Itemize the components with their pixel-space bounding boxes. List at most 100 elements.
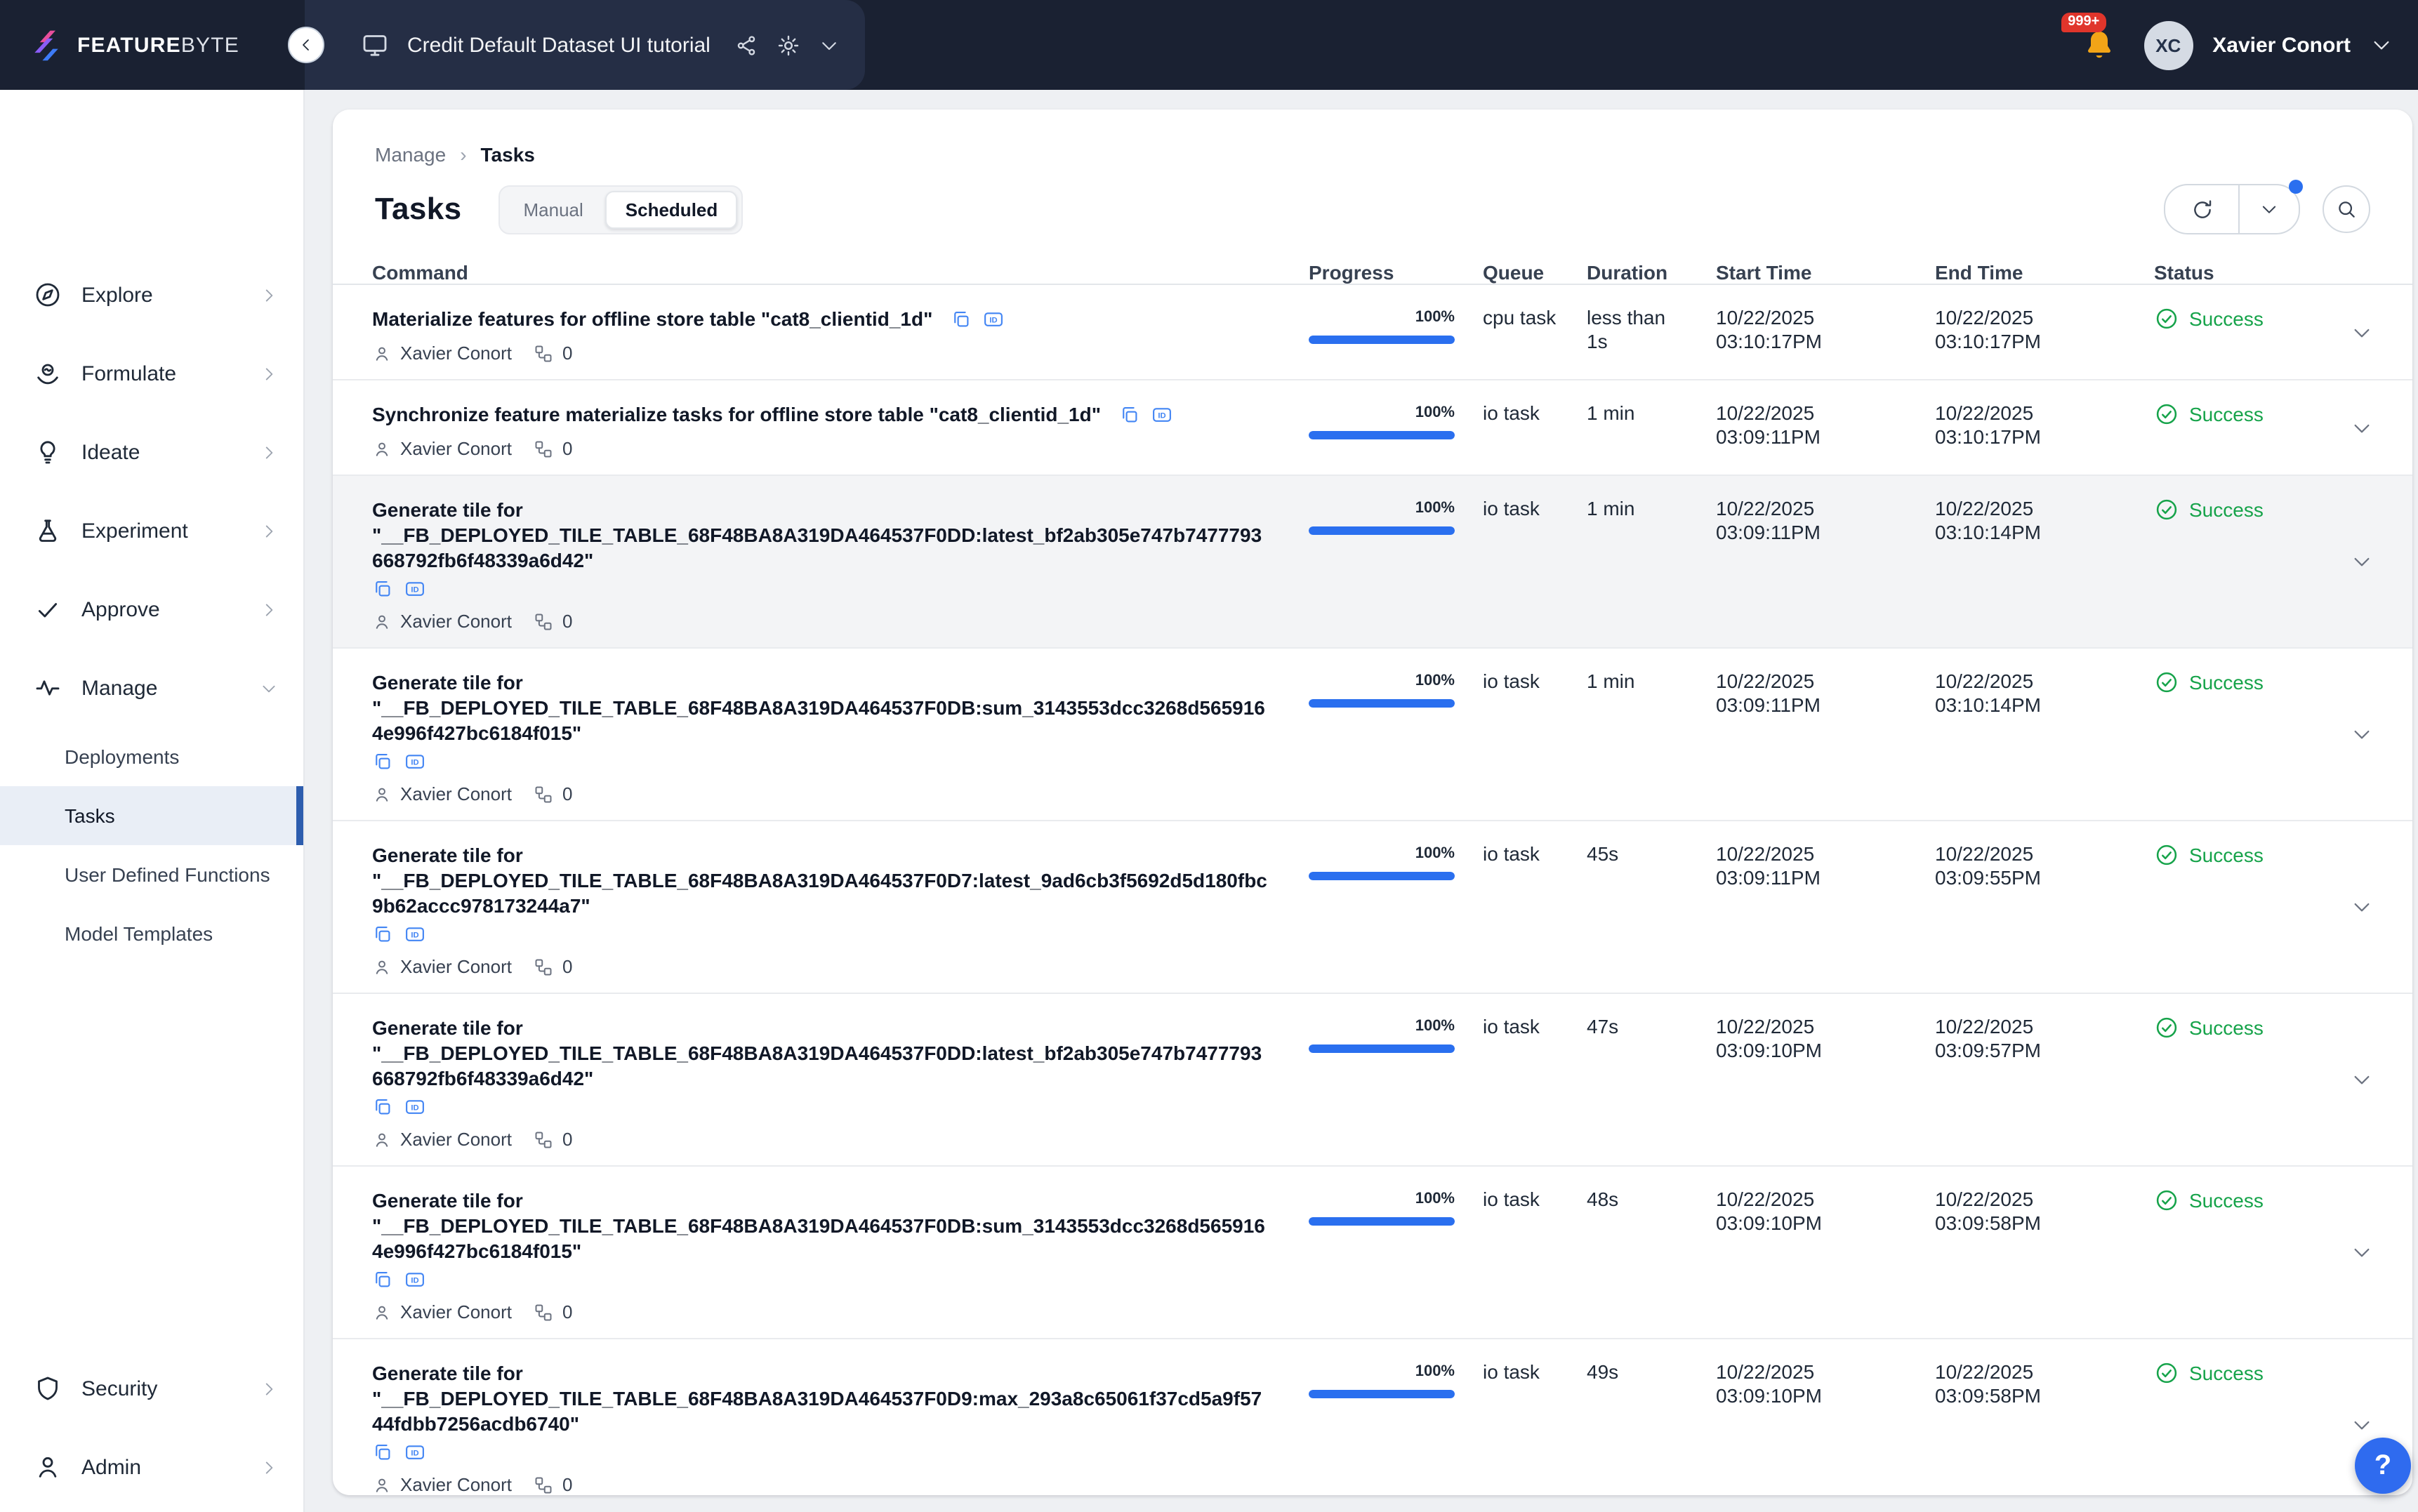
lightbulb-icon — [34, 438, 62, 466]
progress-bar — [1309, 872, 1455, 880]
sidebar-item-admin[interactable]: Admin — [0, 1428, 303, 1506]
breadcrumb-manage[interactable]: Manage — [375, 143, 446, 166]
command-cell: Generate tile for "__FB_DEPLOYED_TILE_TA… — [372, 821, 1309, 993]
command-cell: Synchronize feature materialize tasks fo… — [372, 380, 1309, 475]
avatar[interactable]: XC — [2143, 20, 2193, 69]
row-expand-button[interactable] — [2311, 994, 2373, 1165]
row-expand-button[interactable] — [2311, 1167, 2373, 1338]
copy-icon[interactable] — [372, 924, 393, 945]
gear-icon[interactable] — [777, 33, 800, 57]
topbar: FEATUREBYTE Credit Default Dataset UI tu… — [0, 0, 2418, 90]
table-row[interactable]: Generate tile for "__FB_DEPLOYED_TILE_TA… — [333, 649, 2412, 821]
row-expand-button[interactable] — [2311, 821, 2373, 993]
sidebar-item-manage[interactable]: Manage — [0, 649, 303, 727]
chevron-down-icon — [2351, 416, 2373, 439]
refresh-notification-dot — [2289, 180, 2303, 194]
status-label: Success — [2189, 402, 2264, 427]
user-icon — [372, 439, 392, 458]
sidebar-item-deployments[interactable]: Deployments — [0, 727, 303, 786]
task-status: Success — [2154, 1167, 2311, 1338]
sidebar-collapse-button[interactable] — [288, 27, 324, 63]
refresh-button[interactable] — [2165, 185, 2238, 233]
table-row[interactable]: Materialize features for offline store t… — [333, 285, 2412, 380]
search-icon — [2335, 198, 2358, 220]
task-status: Success — [2154, 1339, 2311, 1495]
task-queue: cpu task — [1483, 285, 1587, 379]
task-subtask-count: 0 — [562, 955, 572, 979]
flask-icon — [34, 517, 62, 545]
row-expand-button[interactable] — [2311, 380, 2373, 475]
table-row[interactable]: Generate tile for "__FB_DEPLOYED_TILE_TA… — [333, 476, 2412, 649]
tab-manual[interactable]: Manual — [504, 190, 603, 228]
id-icon[interactable]: ID — [404, 751, 425, 772]
breadcrumb-tasks: Tasks — [481, 143, 535, 166]
sidebar-item-label: Security — [81, 1377, 157, 1400]
command-line: Generate tile for "__FB_DEPLOYED_TILE_TA… — [372, 1360, 1272, 1436]
status-label: Success — [2189, 497, 2264, 522]
copy-icon[interactable] — [372, 1269, 393, 1290]
command-meta: Xavier Conort 0 — [372, 782, 1272, 806]
id-icon[interactable]: ID — [1151, 404, 1172, 425]
search-button[interactable] — [2323, 185, 2370, 233]
task-status: Success — [2154, 380, 2311, 475]
sidebar-item-label: Experiment — [81, 519, 188, 543]
task-queue: io task — [1483, 476, 1587, 647]
sidebar-item-approve[interactable]: Approve — [0, 570, 303, 649]
task-duration: 45s — [1587, 821, 1716, 993]
subtask-tree-icon — [534, 1129, 554, 1149]
row-expand-button[interactable] — [2311, 476, 2373, 647]
copy-icon[interactable] — [372, 1442, 393, 1463]
sidebar-item-formulate[interactable]: Formulate — [0, 334, 303, 413]
task-end-time: 10/22/2025 03:10:14PM — [1935, 649, 2154, 820]
sidebar-item-explore[interactable]: Explore — [0, 256, 303, 334]
project-chevron-down-icon[interactable] — [819, 34, 840, 55]
id-icon[interactable]: ID — [404, 1096, 425, 1118]
id-icon[interactable]: ID — [983, 309, 1004, 330]
progress-cell: 100% — [1309, 821, 1483, 993]
task-queue: io task — [1483, 994, 1587, 1165]
project-selector[interactable]: Credit Default Dataset UI tutorial — [305, 0, 865, 90]
copy-icon[interactable] — [951, 309, 972, 330]
id-icon[interactable]: ID — [404, 924, 425, 945]
copy-icon[interactable] — [372, 751, 393, 772]
refresh-options-button[interactable] — [2240, 185, 2299, 233]
task-subtask-count: 0 — [562, 1300, 572, 1324]
task-end-time: 10/22/2025 03:09:58PM — [1935, 1167, 2154, 1338]
help-button[interactable]: ? — [2355, 1438, 2411, 1494]
id-icon[interactable]: ID — [404, 1442, 425, 1463]
progress-cell: 100% — [1309, 1339, 1483, 1495]
copy-icon[interactable] — [372, 578, 393, 599]
sidebar-item-user-defined-functions[interactable]: User Defined Functions — [0, 845, 303, 904]
chevron-right-icon — [260, 364, 278, 383]
table-row[interactable]: Generate tile for "__FB_DEPLOYED_TILE_TA… — [333, 1339, 2412, 1495]
table-row[interactable]: Generate tile for "__FB_DEPLOYED_TILE_TA… — [333, 1167, 2412, 1339]
command-meta: Xavier Conort 0 — [372, 609, 1272, 633]
copy-icon[interactable] — [1119, 404, 1140, 425]
brand-logo[interactable]: FEATUREBYTE — [0, 0, 305, 90]
row-expand-button[interactable] — [2311, 285, 2373, 379]
share-icon[interactable] — [734, 33, 758, 57]
copy-icon[interactable] — [372, 1096, 393, 1118]
sidebar-item-experiment[interactable]: Experiment — [0, 491, 303, 570]
row-expand-button[interactable] — [2311, 649, 2373, 820]
task-subtask-count: 0 — [562, 1473, 572, 1495]
sidebar-item-tasks[interactable]: Tasks — [0, 786, 303, 845]
success-check-icon — [2154, 1188, 2179, 1213]
id-icon[interactable]: ID — [404, 578, 425, 599]
id-icon[interactable]: ID — [404, 1269, 425, 1290]
sidebar: Explore Formulate Ideate — [0, 90, 305, 1512]
progress-cell: 100% — [1309, 994, 1483, 1165]
user-menu-chevron-down-icon[interactable] — [2370, 34, 2393, 56]
table-row[interactable]: Synchronize feature materialize tasks fo… — [333, 380, 2412, 476]
sidebar-item-model-templates[interactable]: Model Templates — [0, 904, 303, 963]
task-duration: 48s — [1587, 1167, 1716, 1338]
notifications-button[interactable]: 999+ — [2082, 28, 2115, 62]
subtask-tree-icon — [534, 957, 554, 976]
svg-text:ID: ID — [411, 931, 418, 939]
tab-scheduled[interactable]: Scheduled — [606, 190, 738, 228]
sidebar-item-security[interactable]: Security — [0, 1349, 303, 1428]
svg-text:ID: ID — [411, 585, 418, 594]
table-row[interactable]: Generate tile for "__FB_DEPLOYED_TILE_TA… — [333, 994, 2412, 1167]
sidebar-item-ideate[interactable]: Ideate — [0, 413, 303, 491]
table-row[interactable]: Generate tile for "__FB_DEPLOYED_TILE_TA… — [333, 821, 2412, 994]
